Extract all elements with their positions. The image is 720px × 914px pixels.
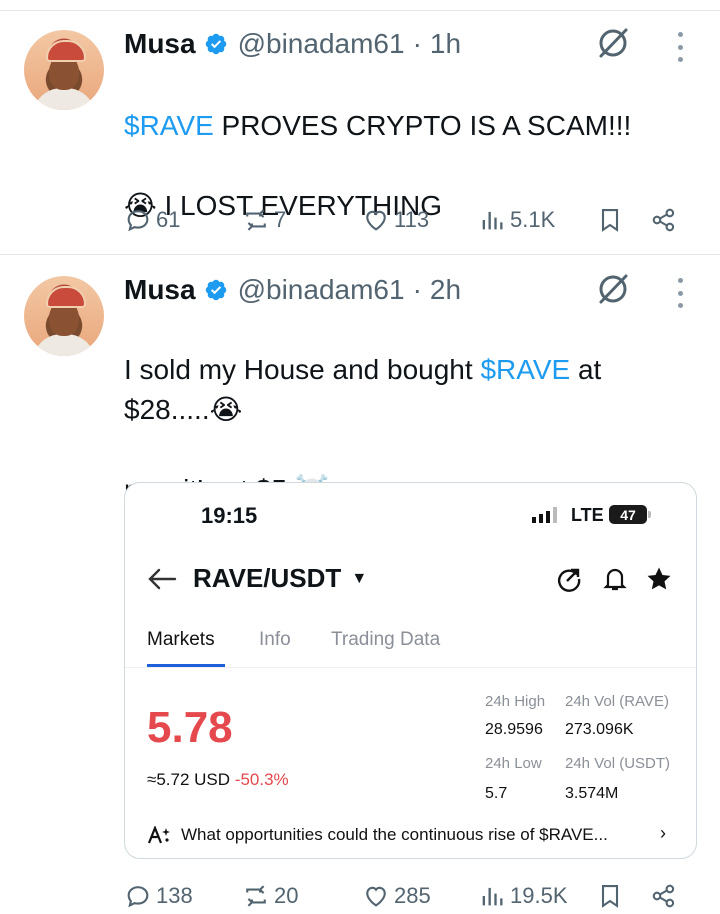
action-bar: 138 20 285 19.5K xyxy=(124,878,684,914)
reply-count: 138 xyxy=(156,883,193,908)
ai-sparkle-icon xyxy=(147,826,170,844)
star-icon[interactable] xyxy=(645,565,673,593)
tweet-1[interactable]: Musa @binadam61 · 1h $RAVE PROVES CRYPTO… xyxy=(0,0,720,254)
bookmark-button[interactable] xyxy=(596,878,624,914)
bookmark-button[interactable] xyxy=(596,202,624,238)
reply-button[interactable]: 138 xyxy=(124,878,193,914)
avatar[interactable] xyxy=(24,30,104,110)
grok-icon[interactable] xyxy=(596,272,630,306)
battery-level: 47 xyxy=(620,506,636,523)
like-button[interactable]: 285 xyxy=(362,878,431,914)
author-name[interactable]: Musa xyxy=(124,28,196,60)
stat-value-low: 5.7 xyxy=(485,785,508,802)
retweet-button[interactable]: 20 xyxy=(242,878,298,914)
bell-icon[interactable] xyxy=(601,565,629,593)
tabs-divider xyxy=(125,667,696,668)
dot-separator: · xyxy=(412,28,422,59)
refresh-icon[interactable] xyxy=(555,565,583,593)
tweet-text-line: PROVES CRYPTO IS A SCAM!!! xyxy=(213,110,632,141)
caret-down-icon: ▼ xyxy=(351,569,368,587)
views-button[interactable]: 5.1K xyxy=(478,202,555,238)
tweet-text: $RAVE PROVES CRYPTO IS A SCAM!!! xyxy=(124,66,631,146)
dot-separator: · xyxy=(412,274,422,305)
author-handle[interactable]: @binadam61 xyxy=(238,274,405,306)
retweet-count: 20 xyxy=(274,883,299,908)
heart-icon xyxy=(366,210,386,231)
views-button[interactable]: 19.5K xyxy=(478,878,568,914)
active-tab-indicator xyxy=(147,664,225,667)
stat-label-low: 24h Low xyxy=(485,755,542,772)
ai-prompt-row[interactable]: What opportunities could the continuous … xyxy=(147,825,608,845)
share-button[interactable] xyxy=(650,202,678,238)
tab-markets[interactable]: Markets xyxy=(147,629,215,651)
views-icon xyxy=(482,211,503,230)
tab-info[interactable]: Info xyxy=(259,629,291,651)
retweet-icon xyxy=(246,209,266,231)
battery-icon: 47 xyxy=(609,505,647,524)
price-conversion: ≈5.72 USD -50.3% xyxy=(147,770,289,790)
status-time: 19:15 xyxy=(201,503,258,528)
cashtag-link[interactable]: $RAVE xyxy=(124,110,214,141)
signal-icon xyxy=(532,507,557,523)
stat-value-vol-usdt: 3.574M xyxy=(565,785,619,802)
tweet-text-line: $28..... xyxy=(124,394,210,425)
like-count: 285 xyxy=(394,883,431,908)
views-count: 19.5K xyxy=(510,883,568,908)
stat-label-high: 24h High xyxy=(485,693,546,710)
verified-badge-icon xyxy=(205,279,226,301)
like-button[interactable]: 113 xyxy=(362,202,429,238)
action-bar: 61 7 113 5.1K xyxy=(124,202,684,238)
more-options-icon[interactable] xyxy=(670,32,690,62)
more-options-icon[interactable] xyxy=(670,278,690,308)
bookmark-icon xyxy=(601,209,619,232)
verified-badge-icon xyxy=(205,33,226,55)
price-change: -50.3% xyxy=(234,770,289,789)
share-icon xyxy=(652,208,675,232)
last-price: 5.78 xyxy=(147,703,233,752)
reply-button[interactable]: 61 xyxy=(124,202,180,238)
cashtag-link[interactable]: $RAVE xyxy=(480,354,570,385)
back-arrow-icon[interactable] xyxy=(147,567,177,591)
retweet-count: 7 xyxy=(274,207,287,232)
stat-label-vol-rave: 24h Vol (RAVE) xyxy=(565,693,669,710)
crying-emoji: 😭 xyxy=(209,393,243,426)
reply-count: 61 xyxy=(156,207,181,232)
share-button[interactable] xyxy=(650,878,678,914)
chevron-right-icon[interactable]: › xyxy=(660,823,666,844)
trading-pair-selector[interactable]: RAVE/USDT ▼ xyxy=(193,563,367,594)
timestamp[interactable]: 2h xyxy=(430,274,461,306)
approx-usd: ≈5.72 USD xyxy=(147,770,231,789)
author-name[interactable]: Musa xyxy=(124,274,196,306)
stat-value-high: 28.9596 xyxy=(485,721,543,738)
author-handle[interactable]: @binadam61 xyxy=(238,28,405,60)
ai-prompt-text: What opportunities could the continuous … xyxy=(181,825,608,844)
tweet-header: Musa @binadam61 · 2h xyxy=(124,270,461,310)
tweet-header: Musa @binadam61 · 1h xyxy=(124,24,461,64)
battery-cap xyxy=(648,511,651,518)
tab-trading-data[interactable]: Trading Data xyxy=(331,629,440,651)
tweet-text-line-2: $28.....😭 xyxy=(124,350,242,430)
stat-label-vol-usdt: 24h Vol (USDT) xyxy=(565,755,671,772)
stat-value-vol-rave: 273.096K xyxy=(565,721,634,738)
top-divider xyxy=(0,10,720,11)
attached-image[interactable]: 19:15 LTE 47 RAVE/USDT ▼ Markets Info Tr… xyxy=(124,482,697,859)
avatar[interactable] xyxy=(24,276,104,356)
like-count: 113 xyxy=(394,207,430,232)
views-count: 5.1K xyxy=(510,207,556,232)
tweet-text-line: at xyxy=(570,354,602,385)
network-label: LTE xyxy=(571,505,604,525)
reply-icon xyxy=(127,210,149,232)
grok-icon[interactable] xyxy=(596,26,630,60)
timestamp[interactable]: 1h xyxy=(430,28,461,60)
retweet-button[interactable]: 7 xyxy=(242,202,286,238)
trading-pair: RAVE/USDT xyxy=(193,563,342,593)
